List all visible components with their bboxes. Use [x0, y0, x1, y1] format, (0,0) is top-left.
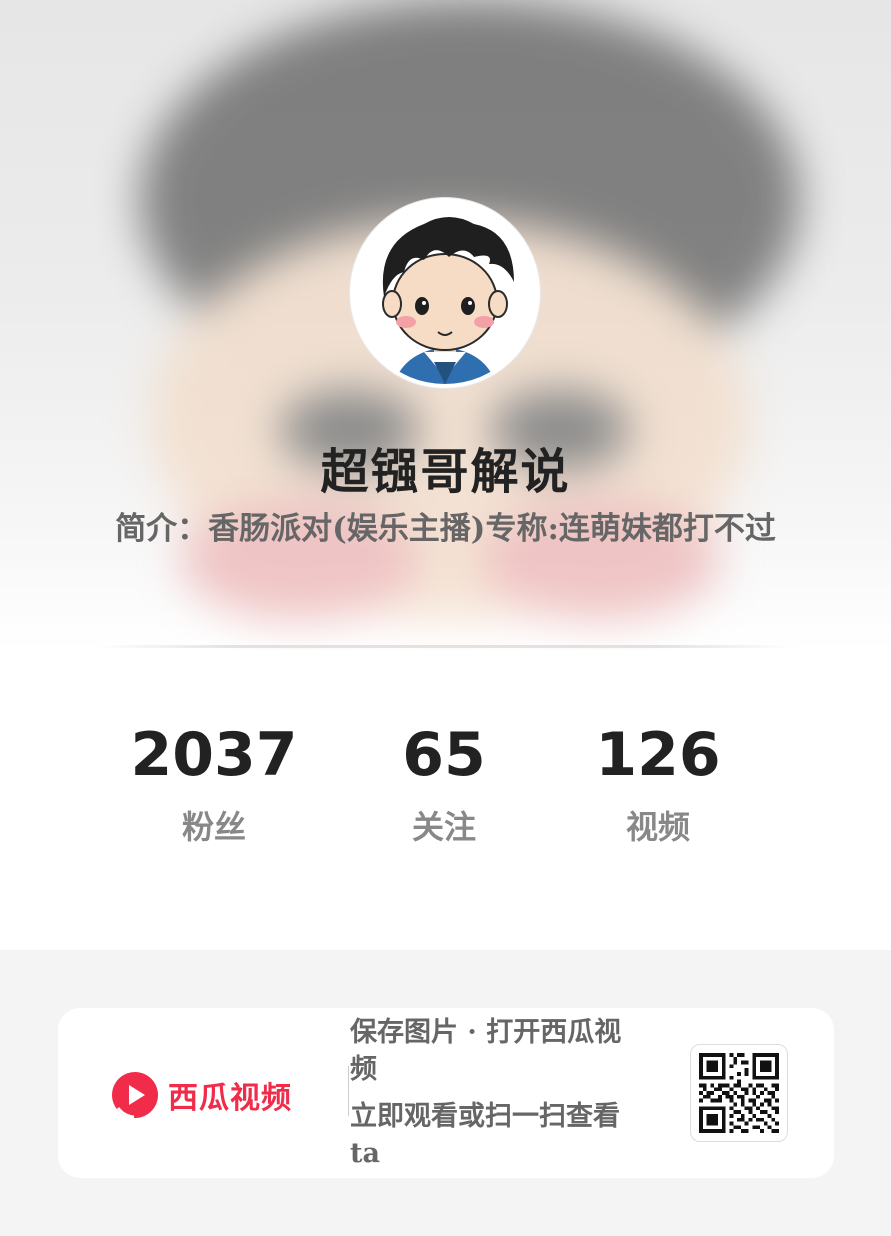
- stat-fans-label: 粉丝: [181, 808, 246, 846]
- avatar[interactable]: [350, 198, 540, 388]
- stat-videos-value: 126: [595, 720, 721, 790]
- stat-following[interactable]: 65 关注: [334, 720, 554, 848]
- card-divider: [348, 1066, 349, 1116]
- profile-share-page: 超镪哥解说 简介：香肠派对(娱乐主播)专称:连萌妹都打不过 2037 粉丝 65…: [0, 0, 891, 1236]
- header-divider: [96, 645, 796, 648]
- share-section: 西瓜视频 保存图片 · 打开西瓜视频 立即观看或扫一扫查看ta: [0, 950, 891, 1236]
- stat-fans-value: 2037: [130, 720, 298, 790]
- cartoon-boy-avatar-icon: [354, 202, 536, 384]
- share-card: 西瓜视频 保存图片 · 打开西瓜视频 立即观看或扫一扫查看ta: [58, 1008, 834, 1178]
- profile-header: 超镪哥解说 简介：香肠派对(娱乐主播)专称:连萌妹都打不过: [0, 0, 891, 650]
- profile-name: 超镪哥解说: [320, 444, 571, 500]
- profile-bio: 简介：香肠派对(娱乐主播)专称:连萌妹都打不过: [115, 511, 776, 547]
- brand-logo: 西瓜视频: [110, 1070, 292, 1120]
- qr-code[interactable]: [690, 1044, 788, 1142]
- stat-videos[interactable]: 126 视频: [548, 720, 768, 848]
- share-line-1: 保存图片 · 打开西瓜视频: [350, 1017, 622, 1085]
- stat-following-label: 关注: [411, 808, 476, 846]
- stat-following-value: 65: [402, 720, 486, 790]
- xigua-play-icon: [112, 1072, 158, 1119]
- qr-code-icon: [699, 1053, 779, 1133]
- stat-videos-label: 视频: [625, 808, 690, 846]
- brand-name: 西瓜视频: [168, 1081, 292, 1116]
- share-instructions: 保存图片 · 打开西瓜视频 立即观看或扫一扫查看ta: [350, 1014, 640, 1172]
- stat-fans[interactable]: 2037 粉丝: [104, 720, 324, 848]
- share-line-2: 立即观看或扫一扫查看ta: [350, 1101, 620, 1169]
